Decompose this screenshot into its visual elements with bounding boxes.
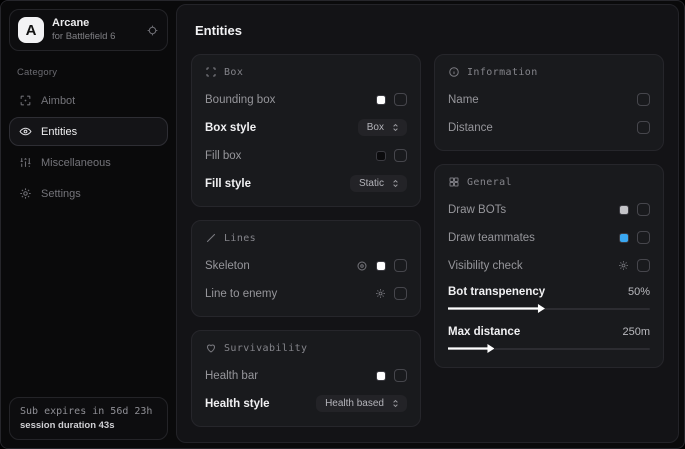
sidebar-item-label: Entities xyxy=(41,126,77,138)
panel-box: Box Bounding box Box style Box xyxy=(191,54,421,207)
color-swatch[interactable] xyxy=(376,261,386,271)
bounding-box-checkbox[interactable] xyxy=(394,93,407,106)
name-checkbox[interactable] xyxy=(637,93,650,106)
heart-icon xyxy=(205,342,217,354)
health-style-dropdown[interactable]: Health based xyxy=(316,395,407,412)
gear-icon[interactable] xyxy=(375,288,386,299)
app-window: A Arcane for Battlefield 6 Category Aimb… xyxy=(0,0,685,449)
main-content: Entities Box Bounding box xyxy=(176,4,679,443)
brand-card: A Arcane for Battlefield 6 xyxy=(9,9,168,51)
distance-checkbox[interactable] xyxy=(637,121,650,134)
sidebar-item-settings[interactable]: Settings xyxy=(9,179,168,208)
eye-icon xyxy=(19,125,32,138)
slider-value: 250m xyxy=(622,326,650,338)
setting-row: Fill box xyxy=(205,145,407,166)
slider-fill xyxy=(448,304,545,313)
setting-row: Visibility check xyxy=(448,255,650,276)
color-swatch[interactable] xyxy=(376,371,386,381)
max-distance-slider[interactable] xyxy=(448,344,650,353)
app-title: Arcane xyxy=(52,17,138,31)
setting-row: Bounding box xyxy=(205,89,407,110)
setting-row: Health style Health based xyxy=(205,393,407,414)
gear-icon xyxy=(19,187,32,200)
sidebar-item-label: Settings xyxy=(41,188,81,200)
setting-row: Draw BOTs xyxy=(448,199,650,220)
setting-row: Line to enemy xyxy=(205,283,407,304)
slider-value: 50% xyxy=(628,286,650,298)
subscription-card: Sub expires in 56d 23h session duration … xyxy=(9,397,168,440)
visibility-check-checkbox[interactable] xyxy=(637,259,650,272)
sidebar-item-miscellaneous[interactable]: Miscellaneous xyxy=(9,148,168,177)
sub-expiry-text: Sub expires in 56d 23h xyxy=(20,406,157,417)
visibility-icon[interactable] xyxy=(356,260,368,272)
panel-title: Information xyxy=(467,67,538,78)
sidebar-item-label: Miscellaneous xyxy=(41,157,111,169)
sidebar-item-entities[interactable]: Entities xyxy=(9,117,168,146)
line-icon xyxy=(205,232,217,244)
panel-title: Lines xyxy=(224,233,256,244)
setting-row: Name xyxy=(448,89,650,110)
box-corners-icon xyxy=(205,66,217,78)
chevrons-up-down-icon xyxy=(391,399,400,408)
setting-slider: Max distance 250m xyxy=(448,323,650,353)
setting-row: Distance xyxy=(448,117,650,138)
gear-icon[interactable] xyxy=(618,260,629,271)
app-logo: A xyxy=(18,17,44,43)
setting-row: Skeleton xyxy=(205,255,407,276)
brand-gear-icon[interactable] xyxy=(146,24,159,37)
info-icon xyxy=(448,66,460,78)
color-swatch[interactable] xyxy=(376,151,386,161)
chevrons-up-down-icon xyxy=(391,123,400,132)
panel-title: General xyxy=(467,177,512,188)
category-label: Category xyxy=(17,67,168,78)
panel-title: Survivability xyxy=(224,343,307,354)
draw-bots-checkbox[interactable] xyxy=(637,203,650,216)
panel-lines: Lines Skeleton Line to enemy xyxy=(191,220,421,317)
fill-style-dropdown[interactable]: Static xyxy=(350,175,407,192)
chevrons-up-down-icon xyxy=(391,179,400,188)
panel-general: General Draw BOTs Draw teammates xyxy=(434,164,664,368)
sliders-icon xyxy=(19,156,32,169)
app-subtitle: for Battlefield 6 xyxy=(52,31,138,43)
slider-fill xyxy=(448,344,494,353)
fill-box-checkbox[interactable] xyxy=(394,149,407,162)
panel-survivability: Survivability Health bar Health style He… xyxy=(191,330,421,427)
setting-row: Draw teammates xyxy=(448,227,650,248)
color-swatch[interactable] xyxy=(619,205,629,215)
setting-row: Box style Box xyxy=(205,117,407,138)
panel-title: Box xyxy=(224,67,243,78)
color-swatch[interactable] xyxy=(376,95,386,105)
color-swatch[interactable] xyxy=(619,233,629,243)
page-title: Entities xyxy=(195,23,664,38)
bot-transparency-slider[interactable] xyxy=(448,304,650,313)
sidebar-item-aimbot[interactable]: Aimbot xyxy=(9,86,168,115)
setting-row: Fill style Static xyxy=(205,173,407,194)
skeleton-checkbox[interactable] xyxy=(394,259,407,272)
sidebar: A Arcane for Battlefield 6 Category Aimb… xyxy=(1,1,176,448)
line-to-enemy-checkbox[interactable] xyxy=(394,287,407,300)
session-duration-text: session duration 43s xyxy=(20,420,157,431)
setting-slider: Bot transpenency 50% xyxy=(448,283,650,313)
grid-icon xyxy=(448,176,460,188)
draw-teammates-checkbox[interactable] xyxy=(637,231,650,244)
setting-row: Health bar xyxy=(205,365,407,386)
panel-information: Information Name Distance xyxy=(434,54,664,151)
sidebar-item-label: Aimbot xyxy=(41,95,75,107)
crosshair-icon xyxy=(19,94,32,107)
box-style-dropdown[interactable]: Box xyxy=(358,119,407,136)
health-bar-checkbox[interactable] xyxy=(394,369,407,382)
